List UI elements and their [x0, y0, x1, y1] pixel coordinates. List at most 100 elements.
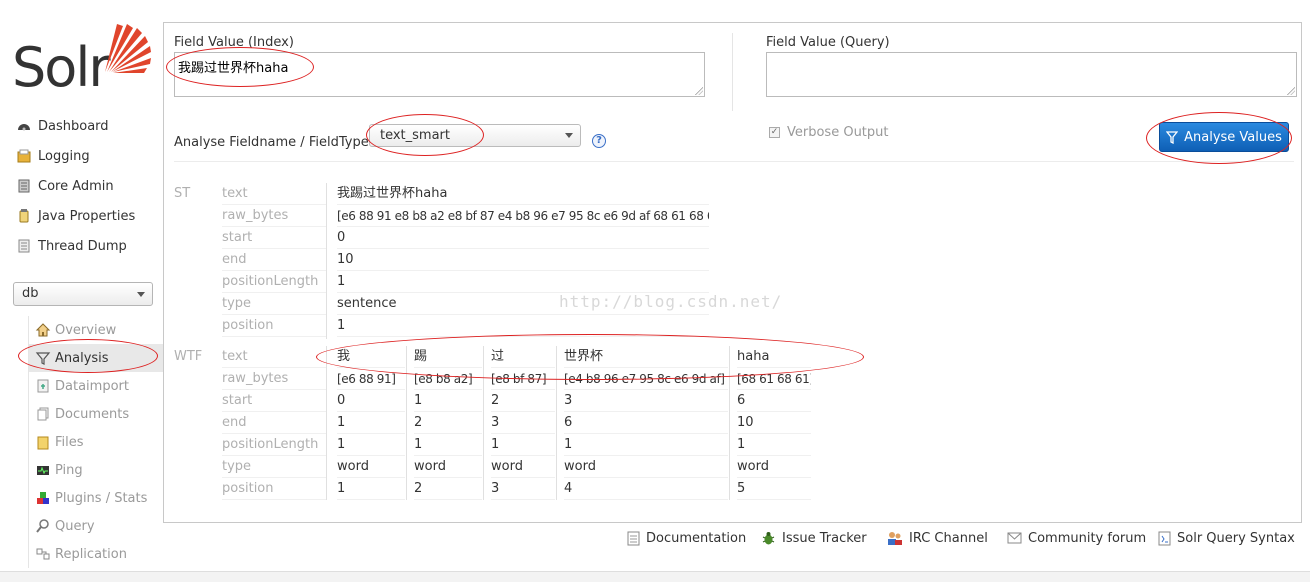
index-value-text: 我踢过世界杯haha [178, 61, 289, 76]
column-divider [406, 346, 407, 500]
core-menu-query[interactable]: Query [29, 512, 164, 540]
row-key-end: end [222, 249, 326, 271]
query-value-label: Field Value (Query) [766, 35, 890, 50]
row-key-start: start [222, 390, 326, 412]
row-key-type: type [222, 293, 326, 315]
row-key-end: end [222, 412, 326, 434]
nav-label: Java Properties [38, 208, 136, 224]
core-menu-ping[interactable]: Ping [29, 456, 164, 484]
token-type: sentence [337, 293, 709, 315]
footer-issue-tracker[interactable]: Issue Tracker [761, 529, 867, 547]
syntax-icon [1158, 531, 1171, 546]
core-selector-value: db [22, 286, 39, 301]
java-properties-icon [16, 208, 32, 224]
token-position: 5 [737, 478, 811, 500]
token-type: word [337, 456, 405, 478]
token-end: 1 [337, 412, 405, 434]
nav-thread-dump[interactable]: Thread Dump [16, 234, 127, 258]
token-positionlength: 1 [737, 434, 811, 456]
token-position: 2 [414, 478, 482, 500]
filter-icon [35, 350, 51, 366]
core-menu-label: Documents [55, 406, 130, 422]
analysis-panel: Field Value (Index) 我踢过世界杯haha Field Val… [163, 22, 1302, 523]
resize-grip-icon[interactable] [695, 87, 703, 95]
help-icon[interactable]: ? [592, 134, 606, 148]
nav-label: Logging [38, 148, 90, 164]
analyse-values-button[interactable]: Analyse Values [1159, 122, 1289, 152]
token-end: 6 [564, 412, 728, 434]
column-divider [556, 346, 557, 500]
token-position: 1 [337, 315, 709, 337]
token-end: 10 [737, 412, 811, 434]
column-divider [483, 346, 484, 500]
solr-sunburst-icon [105, 24, 151, 73]
filter-icon [1166, 130, 1179, 144]
token-text: 我踢过世界杯haha [337, 183, 709, 205]
token-raw_bytes: [68 61 68 61] [737, 368, 811, 390]
token-raw_bytes: [e8 b8 a2] [414, 368, 482, 390]
core-selector[interactable]: db [13, 282, 153, 306]
nav-label: Thread Dump [38, 238, 127, 254]
footer-community-forum[interactable]: Community forum [1007, 529, 1146, 547]
core-menu-overview[interactable]: Overview [29, 316, 164, 344]
index-value-field[interactable]: 我踢过世界杯haha [174, 52, 705, 97]
nav-logging[interactable]: Logging [16, 144, 90, 168]
footer-documentation[interactable]: Documentation [627, 529, 746, 547]
token-position: 4 [564, 478, 728, 500]
nav-label: Core Admin [38, 178, 114, 194]
nav-core-admin[interactable]: Core Admin [16, 174, 114, 198]
resize-grip-icon[interactable] [1287, 87, 1295, 95]
token-type: word [564, 456, 728, 478]
core-menu-analysis[interactable]: Analysis [29, 344, 164, 372]
verbose-checkbox[interactable]: ✓ [769, 127, 780, 138]
analyse-button-label: Analyse Values [1184, 129, 1282, 145]
mail-icon [1007, 532, 1022, 544]
token-start: 0 [337, 227, 709, 249]
core-menu-files[interactable]: Files [29, 428, 164, 456]
core-menu-label: Query [55, 518, 95, 534]
row-key-position: position [222, 478, 326, 500]
home-icon [35, 322, 51, 338]
token-start: 0 [337, 390, 405, 412]
token-end: 3 [491, 412, 555, 434]
footer-label: Solr Query Syntax [1177, 530, 1295, 546]
row-key-text: text [222, 346, 326, 368]
plugins-icon [35, 490, 51, 506]
footer-irc-channel[interactable]: IRC Channel [887, 529, 988, 547]
core-menu: Overview Analysis Dataimport Documents F… [28, 316, 164, 568]
core-menu-plugins-stats[interactable]: Plugins / Stats [29, 484, 164, 512]
core-menu-dataimport[interactable]: Dataimport [29, 372, 164, 400]
footer-label: IRC Channel [909, 530, 988, 546]
core-menu-documents[interactable]: Documents [29, 400, 164, 428]
users-icon [887, 531, 903, 546]
token-position: 1 [337, 478, 405, 500]
token-text: 我 [337, 346, 405, 368]
core-menu-label: Plugins / Stats [55, 490, 148, 506]
column-divider [729, 346, 730, 500]
row-key-raw_bytes: raw_bytes [222, 205, 326, 227]
stage-name-st: ST [174, 186, 191, 201]
solr-logo[interactable]: Solr [12, 20, 151, 98]
fieldtype-select[interactable]: text_smart [369, 124, 581, 147]
thread-dump-icon [16, 238, 32, 254]
nav-java-properties[interactable]: Java Properties [16, 204, 135, 228]
footer-solr-query-syntax[interactable]: Solr Query Syntax [1158, 529, 1295, 547]
token-text: 世界杯 [564, 346, 728, 368]
token-start: 6 [737, 390, 811, 412]
query-value-field[interactable] [766, 52, 1297, 97]
token-raw_bytes: [e4 b8 96 e7 95 8c e6 9d af] [564, 368, 728, 390]
core-menu-label: Dataimport [55, 378, 129, 394]
core-menu-label: Replication [55, 546, 127, 562]
token-text: 踢 [414, 346, 482, 368]
nav-label: Dashboard [38, 118, 109, 134]
sidebar: Solr Dashboard Logging Core Admin Java P… [0, 0, 164, 582]
search-icon [35, 518, 51, 534]
bug-icon [761, 531, 776, 546]
token-start: 1 [414, 390, 482, 412]
dataimport-icon [35, 378, 51, 394]
nav-dashboard[interactable]: Dashboard [16, 114, 109, 138]
token-position: 3 [491, 478, 555, 500]
verbose-output-toggle[interactable]: ✓ Verbose Output [769, 125, 889, 140]
core-menu-replication[interactable]: Replication [29, 540, 164, 568]
token-text: haha [737, 346, 811, 368]
